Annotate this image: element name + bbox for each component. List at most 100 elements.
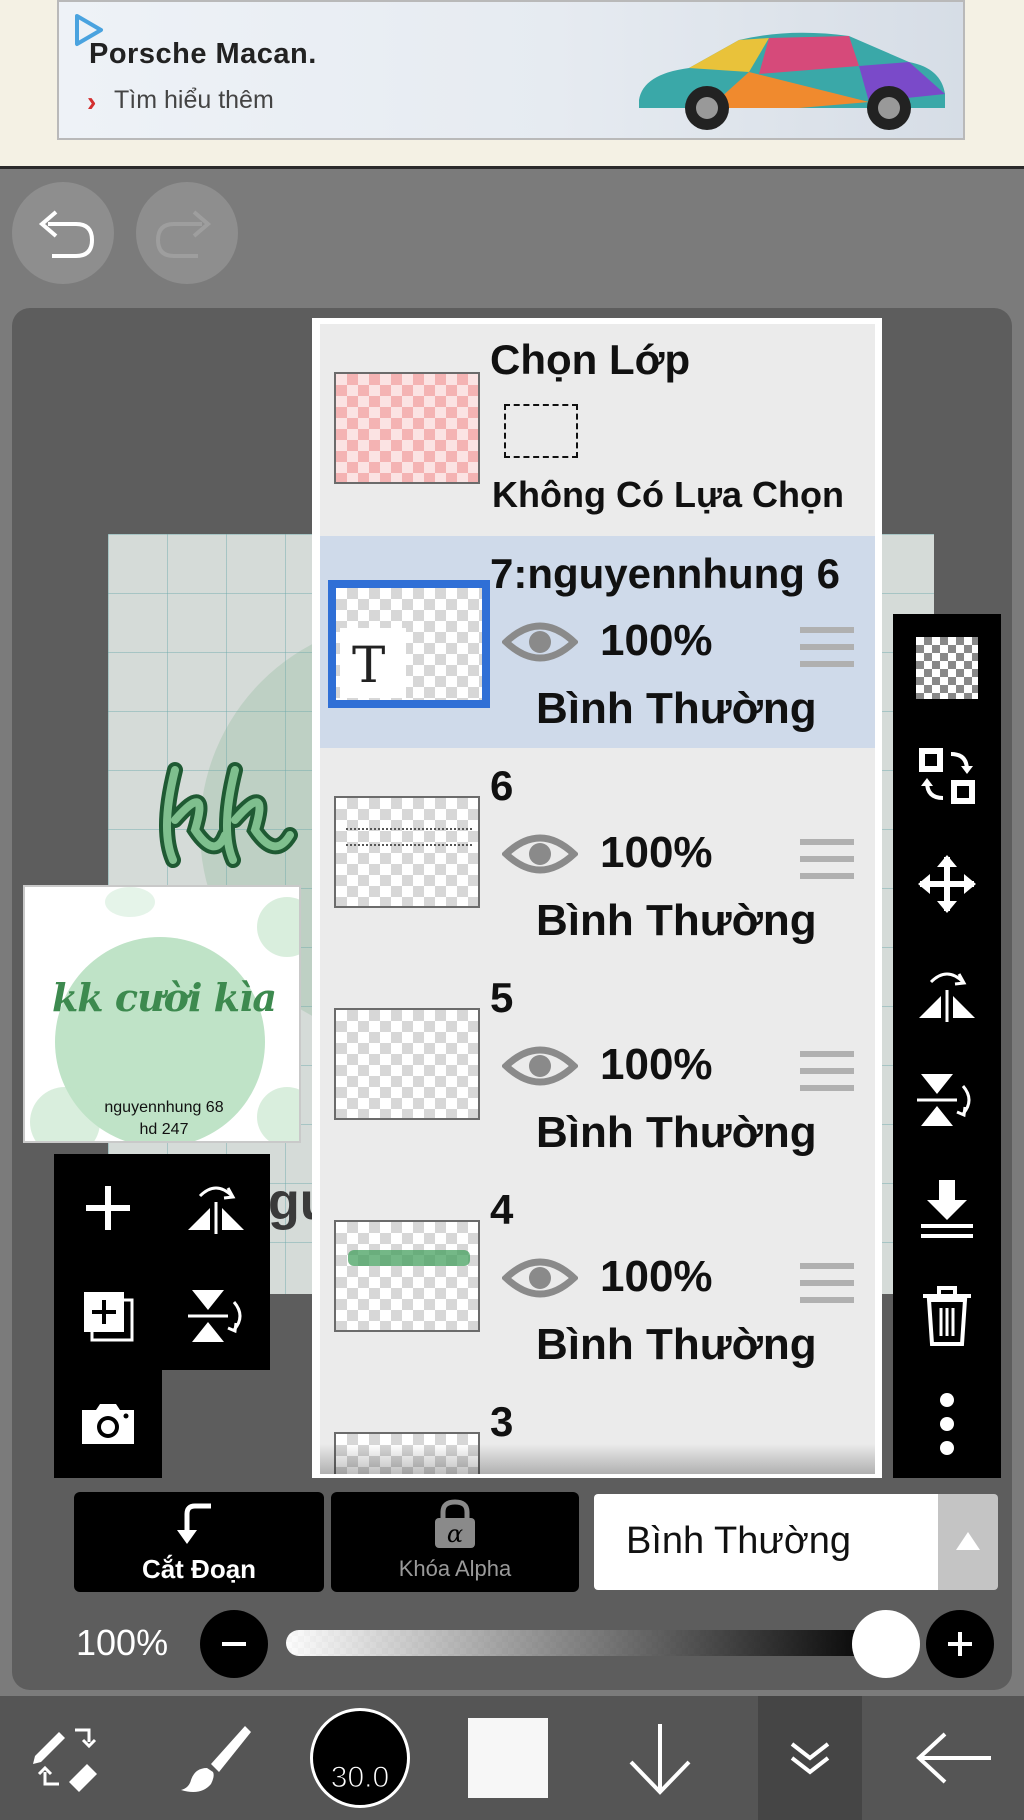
text-layer-icon: T bbox=[352, 636, 386, 694]
flip-layer-horizontal-button[interactable] bbox=[893, 938, 1001, 1046]
layer-thumbnail bbox=[334, 1008, 480, 1120]
undo-icon bbox=[38, 210, 95, 258]
double-chevron-down-icon bbox=[790, 1742, 830, 1775]
brush-button[interactable] bbox=[160, 1696, 270, 1820]
color-button[interactable] bbox=[462, 1696, 554, 1820]
clipping-arrow-icon bbox=[177, 1503, 211, 1544]
layer-name: 3 bbox=[490, 1398, 514, 1445]
eye-icon[interactable] bbox=[502, 828, 578, 880]
merge-down-button[interactable] bbox=[893, 1154, 1001, 1262]
layer-blend-mode: Bình Thường bbox=[536, 684, 817, 733]
opacity-increase-button[interactable] bbox=[926, 1610, 994, 1678]
selection-thumbnail bbox=[334, 372, 480, 484]
back-button[interactable] bbox=[900, 1696, 1010, 1820]
alpha-lock-button[interactable]: α Khóa Alpha bbox=[331, 1492, 579, 1592]
plus-icon bbox=[86, 1186, 130, 1230]
layer-row[interactable]: T 7:nguyennhung 6 100% Bình Thường bbox=[320, 536, 875, 750]
scroll-down-button[interactable] bbox=[610, 1696, 710, 1820]
more-options-button[interactable] bbox=[893, 1370, 1001, 1478]
brush-size-button[interactable]: 30.0 bbox=[300, 1696, 420, 1820]
layer-blend-mode: Bình Thường bbox=[536, 1108, 817, 1157]
drag-handle-icon[interactable] bbox=[798, 1260, 856, 1306]
opacity-slider-knob[interactable] bbox=[852, 1610, 920, 1678]
right-toolbar bbox=[893, 614, 1001, 1478]
preview-line1: nguyennhung 68 bbox=[104, 1099, 224, 1116]
camera-button[interactable] bbox=[62, 1378, 154, 1470]
opacity-slider[interactable] bbox=[286, 1630, 886, 1656]
swap-icon bbox=[919, 748, 975, 804]
move-button[interactable] bbox=[893, 830, 1001, 938]
car-image bbox=[639, 32, 945, 130]
lock-alpha-icon: α bbox=[435, 1499, 475, 1548]
selection-marquee-icon bbox=[504, 404, 578, 458]
canvas-preview[interactable]: kk cười kìa nguyennhung 68 hd 247 bbox=[23, 885, 301, 1143]
layer-swap-button[interactable] bbox=[893, 722, 1001, 830]
layer-name: 6 bbox=[490, 762, 514, 809]
tool-switch-button[interactable] bbox=[10, 1696, 120, 1820]
preview-title: kk cười kìa bbox=[51, 975, 277, 1020]
opacity-decrease-button[interactable] bbox=[200, 1610, 268, 1678]
layer-opacity: 100% bbox=[600, 1040, 713, 1089]
layer-blend-mode: Bình Thường bbox=[536, 896, 817, 945]
flip-vertical-icon bbox=[188, 1290, 242, 1342]
alpha-lock-label: Khóa Alpha bbox=[398, 1556, 512, 1581]
drag-handle-icon[interactable] bbox=[798, 624, 856, 670]
layer-name: 7:nguyennhung 6 bbox=[490, 550, 840, 597]
selection-layer-row[interactable]: Chọn Lớp Không Có Lựa Chọn bbox=[320, 324, 875, 538]
eye-icon[interactable] bbox=[502, 1252, 578, 1304]
delete-layer-button[interactable] bbox=[893, 1262, 1001, 1370]
layer-row[interactable]: 6 100% Bình Thường bbox=[320, 748, 875, 962]
brush-icon bbox=[181, 1726, 251, 1792]
ad-title: Porsche Macan. bbox=[89, 38, 317, 70]
transparent-layer-button[interactable] bbox=[893, 614, 1001, 722]
flip-horizontal-icon bbox=[188, 1186, 244, 1234]
opacity-label: 100% bbox=[76, 1622, 169, 1663]
color-swatch bbox=[468, 1718, 548, 1798]
layer-blend-mode: Bình Thường bbox=[536, 1320, 817, 1369]
merge-down-icon bbox=[921, 1180, 973, 1238]
flip-vertical-button[interactable] bbox=[170, 1270, 262, 1362]
flip-layer-vertical-button[interactable] bbox=[893, 1046, 1001, 1154]
triangle-up-icon bbox=[956, 1532, 980, 1550]
clipping-label: Cắt Đoạn bbox=[141, 1554, 257, 1584]
drag-handle-icon[interactable] bbox=[798, 1048, 856, 1094]
blend-mode-select[interactable]: Bình Thường bbox=[594, 1494, 944, 1590]
minus-icon bbox=[222, 1642, 246, 1646]
ad-banner: Porsche Macan. › Tìm hiểu thêm bbox=[0, 0, 1024, 169]
layer-name: 5 bbox=[490, 974, 514, 1021]
layer-opacity: 100% bbox=[600, 1252, 713, 1301]
redo-icon bbox=[155, 210, 212, 258]
bottom-toolbar: 30.0 bbox=[0, 1696, 1024, 1820]
layer-row[interactable]: 5 100% Bình Thường bbox=[320, 960, 875, 1174]
drag-handle-icon[interactable] bbox=[798, 836, 856, 882]
eye-icon[interactable] bbox=[502, 616, 578, 668]
blend-mode-dropdown-button[interactable] bbox=[938, 1494, 998, 1590]
layer-name: 4 bbox=[490, 1186, 514, 1233]
camera-icon bbox=[82, 1404, 134, 1444]
svg-text:α: α bbox=[447, 1520, 463, 1548]
layer-opacity: 100% bbox=[600, 828, 713, 877]
layer-row[interactable]: 4 100% Bình Thường bbox=[320, 1172, 875, 1386]
eye-icon[interactable] bbox=[502, 1040, 578, 1092]
flip-horizontal-icon bbox=[919, 972, 975, 1022]
redo-button[interactable] bbox=[136, 182, 238, 284]
layer-thumbnail bbox=[334, 1220, 480, 1332]
brush-size-value: 30.0 bbox=[330, 1761, 390, 1795]
move-icon bbox=[918, 855, 976, 913]
trash-icon bbox=[923, 1286, 971, 1346]
plus-icon bbox=[948, 1632, 972, 1656]
layer-list[interactable]: Chọn Lớp Không Có Lựa Chọn T 7:nguyennhu… bbox=[320, 324, 875, 1474]
add-layer-button[interactable] bbox=[62, 1162, 154, 1254]
blend-mode-value: Bình Thường bbox=[626, 1520, 852, 1562]
ad-box[interactable]: Porsche Macan. › Tìm hiểu thêm bbox=[57, 0, 965, 140]
clipping-button[interactable]: Cắt Đoạn bbox=[74, 1492, 324, 1592]
undo-button[interactable] bbox=[12, 182, 114, 284]
flip-horizontal-button[interactable] bbox=[170, 1162, 262, 1254]
selection-status: Không Có Lựa Chọn bbox=[492, 474, 845, 515]
duplicate-layer-button[interactable] bbox=[62, 1270, 154, 1362]
layer-thumbnail: T bbox=[328, 580, 490, 708]
arrow-left-icon bbox=[916, 1732, 991, 1784]
ad-learn-more-link[interactable]: Tìm hiểu thêm bbox=[114, 86, 274, 115]
checker-icon bbox=[916, 637, 978, 699]
layers-collapse-button[interactable] bbox=[758, 1696, 862, 1820]
